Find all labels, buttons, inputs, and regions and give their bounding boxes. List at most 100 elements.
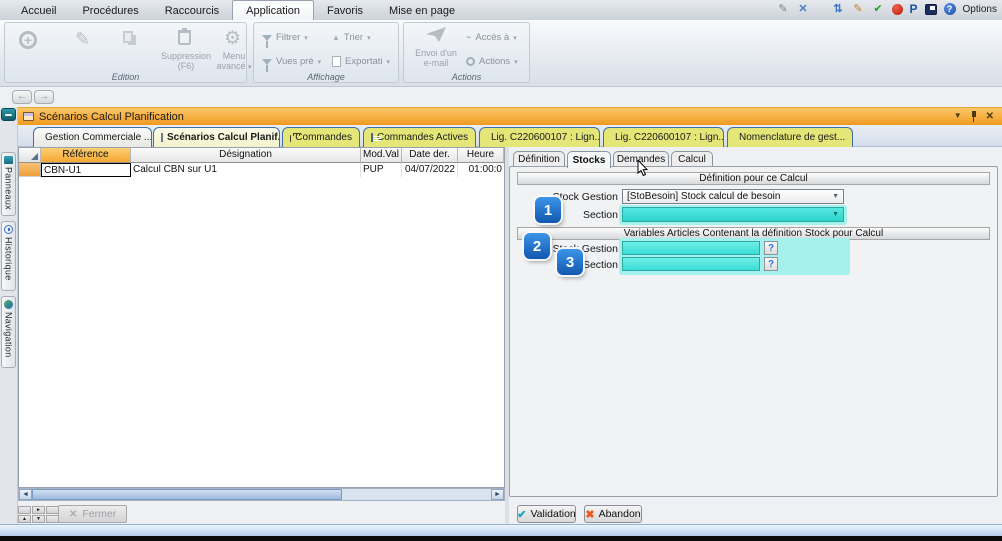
cell-date[interactable]: 04/07/2022 bbox=[402, 163, 458, 177]
record-first-button[interactable] bbox=[18, 506, 31, 514]
p-icon[interactable]: P bbox=[910, 2, 918, 16]
acces-a-button[interactable]: ⌁ Accès à▾ bbox=[466, 32, 517, 43]
small-window-icon[interactable] bbox=[925, 4, 937, 15]
ribbon-tab-favoris[interactable]: Favoris bbox=[314, 0, 376, 20]
scroll-right-button[interactable]: ► bbox=[491, 489, 504, 500]
arrow-left-icon: ← bbox=[17, 91, 27, 102]
validation-button[interactable]: ✔ Validation bbox=[517, 505, 576, 523]
add-icon[interactable]: + bbox=[19, 31, 37, 49]
chevron-down-icon[interactable]: ▼ bbox=[954, 111, 962, 122]
step-badge-3: 3 bbox=[557, 249, 583, 275]
column-header-date[interactable]: Date der. Cal bbox=[402, 148, 458, 163]
filter-icon bbox=[262, 59, 272, 65]
abandon-button[interactable]: ✖ Abandon bbox=[584, 505, 642, 523]
exporter-button[interactable]: Exportati▾ bbox=[332, 56, 390, 67]
row-selector[interactable] bbox=[19, 163, 41, 177]
table-hscrollbar[interactable]: ◄ ► bbox=[18, 488, 505, 501]
ribbon-tab-procedures[interactable]: Procédures bbox=[69, 0, 151, 20]
column-header-reference[interactable]: Référence bbox=[41, 148, 131, 163]
sync-icon[interactable]: ⇅ bbox=[832, 3, 845, 16]
sidebar-item-label: Navigation bbox=[4, 312, 14, 358]
check-icon: ✔ bbox=[517, 508, 526, 521]
section-help-button[interactable]: ? bbox=[764, 257, 778, 271]
sidebar-item-historique[interactable]: Historique bbox=[1, 221, 16, 291]
close-blue-icon[interactable]: ✕ bbox=[797, 3, 810, 16]
cell-designation[interactable]: Calcul CBN sur U1 bbox=[131, 163, 361, 177]
chevron-down-icon: ▾ bbox=[514, 58, 518, 66]
ribbon-tab-raccourcis[interactable]: Raccourcis bbox=[152, 0, 232, 20]
doc-tab-commandes-actives[interactable]: Commandes Actives bbox=[363, 127, 476, 147]
navigation-icon bbox=[4, 300, 13, 309]
doc-tab-commandes[interactable]: Commandes bbox=[282, 127, 360, 147]
close-icon: ✕ bbox=[69, 509, 77, 520]
sidebar-item-navigation[interactable]: Navigation bbox=[1, 296, 16, 368]
column-header-heure[interactable]: Heure Der. bbox=[458, 148, 504, 163]
stock-gestion-help-button[interactable]: ? bbox=[764, 241, 778, 255]
cell-modval[interactable]: PUP bbox=[361, 163, 402, 177]
window-icon bbox=[161, 133, 163, 142]
detail-tab-stocks[interactable]: Stocks bbox=[567, 151, 611, 168]
sidebar-item-label: Panneaux bbox=[4, 167, 14, 210]
edit-signature-icon[interactable]: ✎ bbox=[777, 3, 790, 16]
stock-gestion-select[interactable]: [StoBesoin] Stock calcul de besoin ▼ bbox=[622, 189, 844, 204]
forward-button[interactable]: → bbox=[34, 90, 54, 104]
record-down-button[interactable]: ▼ bbox=[32, 515, 45, 523]
vues-predefinies-button[interactable]: Vues pré▾ bbox=[262, 56, 321, 67]
bottom-strip bbox=[0, 536, 1002, 541]
document-window-icon bbox=[23, 112, 34, 121]
ribbon-tab-mise-en-page[interactable]: Mise en page bbox=[376, 0, 468, 20]
styles-brush-icon[interactable]: ✎ bbox=[852, 3, 865, 16]
help-icon[interactable]: ? bbox=[944, 3, 956, 15]
doc-tab-nomenclature[interactable]: Nomenclature de gest... bbox=[727, 127, 853, 147]
fermer-button[interactable]: ✕ Fermer bbox=[58, 505, 127, 523]
arrow-right-icon: → bbox=[39, 91, 49, 102]
ribbon-group-actions: Envoi d'une-mail ⌁ Accès à▾ Actions▾ Act… bbox=[403, 22, 530, 83]
sidebar-item-panneaux[interactable]: Panneaux bbox=[1, 152, 16, 216]
column-header-modval[interactable]: Mod.Val bbox=[361, 148, 402, 163]
stock-gestion-var-input[interactable] bbox=[622, 241, 760, 255]
column-header-designation[interactable]: Désignation bbox=[131, 148, 361, 163]
close-icon[interactable]: ✕ bbox=[986, 111, 994, 122]
pin-icon[interactable] bbox=[970, 111, 978, 122]
chevron-down-icon: ▾ bbox=[304, 34, 308, 42]
actions-menu-button[interactable]: Actions▾ bbox=[466, 56, 518, 67]
record-next-button[interactable]: ► bbox=[32, 506, 45, 514]
trier-button[interactable]: ▲ Trier▾ bbox=[332, 32, 371, 43]
options-button[interactable]: Options bbox=[963, 4, 997, 15]
section-var-input[interactable] bbox=[622, 257, 760, 271]
doc-tab-scenarios-calcul[interactable]: Scénarios Calcul Planif... bbox=[153, 127, 280, 147]
cell-heure[interactable]: 01:00:0 bbox=[458, 163, 504, 177]
doc-tab-lig-1[interactable]: Lig. C220600107 : Lign... bbox=[479, 127, 600, 147]
copy-icon[interactable] bbox=[123, 31, 133, 43]
scroll-left-button[interactable]: ◄ bbox=[19, 489, 32, 500]
envoi-email-button[interactable]: Envoi d'une-mail bbox=[412, 27, 460, 69]
delete-trash-icon[interactable] bbox=[177, 28, 192, 50]
group-header-definition-calcul: Définition pour ce Calcul bbox=[517, 172, 990, 185]
detail-tab-calcul[interactable]: Calcul bbox=[671, 151, 713, 167]
briefcase-icon bbox=[290, 135, 291, 142]
doc-tab-gestion-commerciale[interactable]: Gestion Commerciale ... bbox=[33, 127, 152, 147]
menu-avance-button[interactable]: Menuavancé ▾ bbox=[211, 51, 257, 72]
table-corner-cell[interactable] bbox=[19, 148, 41, 163]
status-bar bbox=[0, 524, 1002, 536]
chevron-down-icon: ▼ bbox=[832, 193, 839, 200]
cell-reference[interactable]: CBN-U1 bbox=[41, 163, 131, 177]
detail-tab-definition[interactable]: Définition bbox=[513, 151, 565, 167]
hierarchy-icon: ⌁ bbox=[466, 32, 471, 43]
scrollbar-thumb[interactable] bbox=[32, 489, 342, 500]
x-icon: ✖ bbox=[585, 508, 594, 521]
collapsed-panel-icon[interactable] bbox=[1, 108, 16, 121]
ribbon-tab-application[interactable]: Application bbox=[232, 0, 314, 20]
doc-tab-lig-2[interactable]: Lig. C220600107 : Lign... bbox=[603, 127, 724, 147]
back-button[interactable]: ← bbox=[12, 90, 32, 104]
window-check-icon[interactable]: ✔ bbox=[872, 3, 885, 16]
gear-icon[interactable]: ⚙ bbox=[224, 27, 241, 50]
sidebar-item-label: Historique bbox=[4, 237, 14, 281]
section-select[interactable]: ▼ bbox=[622, 207, 844, 222]
record-icon[interactable] bbox=[892, 4, 903, 15]
edit-pencil-icon[interactable]: ✎ bbox=[75, 29, 90, 50]
filtrer-button[interactable]: Filtrer▾ bbox=[262, 32, 308, 43]
record-up-button[interactable]: ▲ bbox=[18, 515, 31, 523]
group-label-edition: Edition bbox=[5, 72, 246, 82]
ribbon-tab-accueil[interactable]: Accueil bbox=[8, 0, 69, 20]
